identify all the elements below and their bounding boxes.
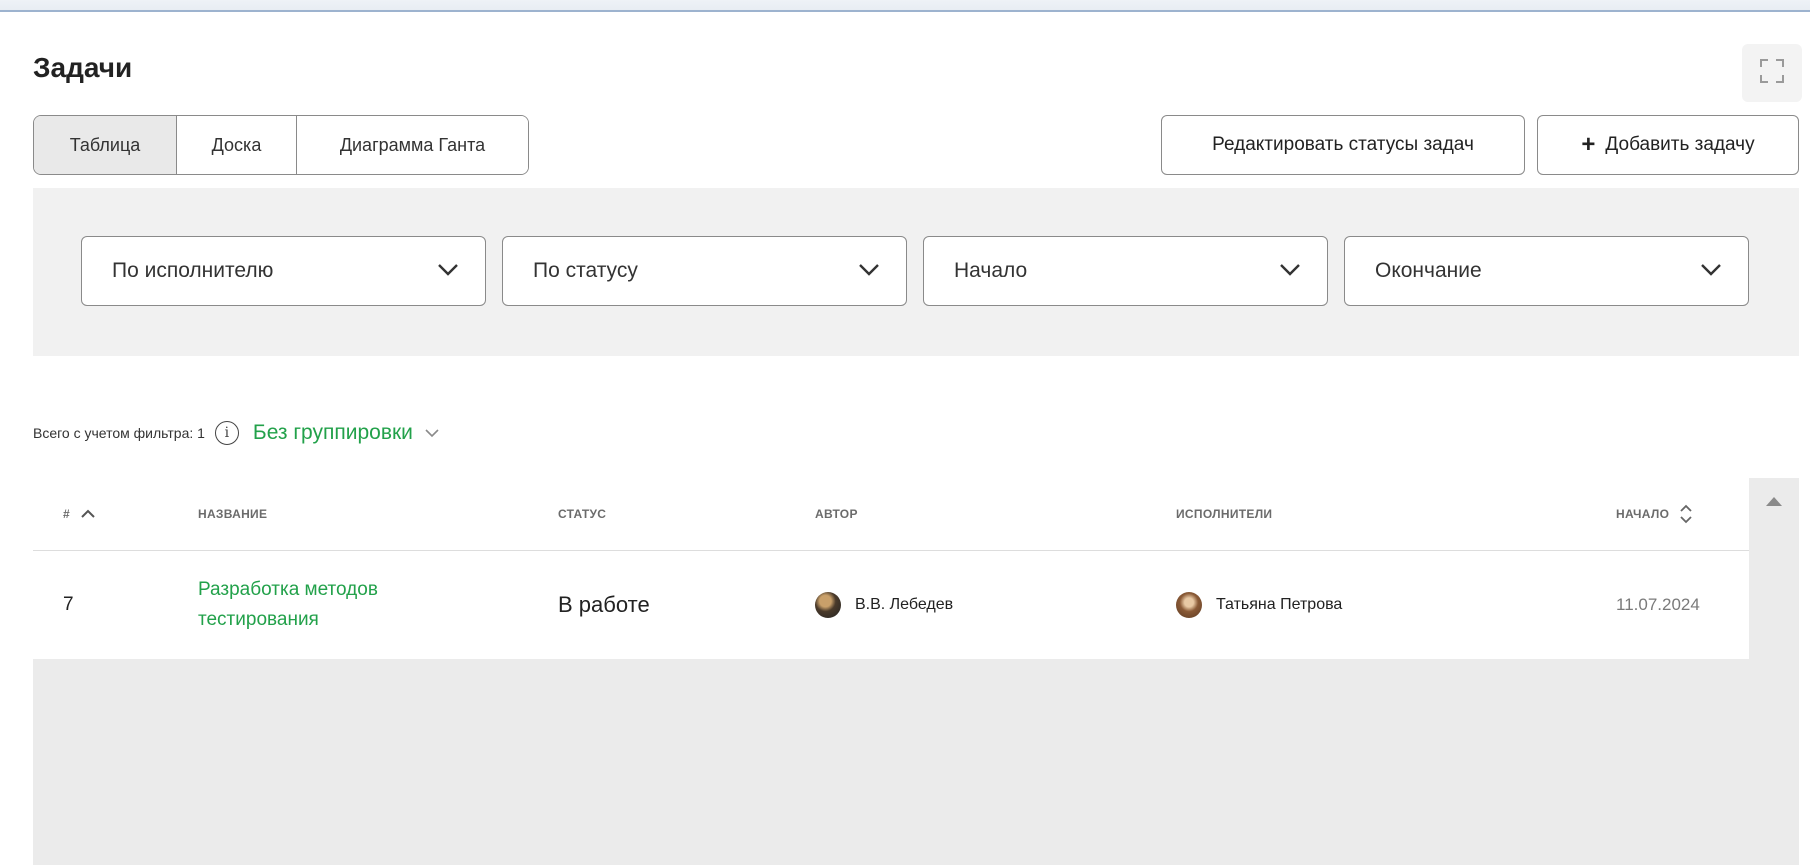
view-switcher: Таблица Доска Диаграмма Ганта <box>33 115 529 175</box>
filtered-count: Всего с учетом фильтра: 1 <box>33 425 205 441</box>
filter-label: Начало <box>954 259 1028 282</box>
filter-start-date[interactable]: Начало <box>923 236 1328 306</box>
chevron-down-icon <box>858 259 880 283</box>
add-task-button[interactable]: + Добавить задачу <box>1537 115 1799 175</box>
task-assignee: Татьяна Петрова <box>1176 551 1342 659</box>
fullscreen-button[interactable] <box>1742 44 1802 102</box>
filter-label: По статусу <box>533 259 638 282</box>
info-icon[interactable]: i <box>214 421 239 445</box>
tasks-page: Задачи Таблица Доска Диаграмма Ганта Ред… <box>0 0 1810 865</box>
tab-table[interactable]: Таблица <box>34 116 177 174</box>
page-title: Задачи <box>33 52 133 83</box>
tasks-table: # НАЗВАНИЕ СТАТУС АВТОР ИСПОЛНИТЕЛИ НАЧА… <box>33 478 1749 865</box>
table-row[interactable]: 7 Разработка методов тестирования В рабо… <box>33 551 1749 659</box>
task-start-date: 11.07.2024 <box>1616 595 1700 614</box>
tab-board[interactable]: Доска <box>177 116 297 174</box>
grouping-dropdown[interactable]: Без группировки <box>253 421 439 445</box>
chevron-down-icon <box>425 428 439 438</box>
author-name: В.В. Лебедев <box>855 596 954 613</box>
filter-panel: По исполнителю По статусу Начало Окончан… <box>33 188 1799 356</box>
edit-task-statuses-button[interactable]: Редактировать статусы задач <box>1161 115 1525 175</box>
chevron-down-icon <box>1700 259 1722 283</box>
assignee-name: Татьяна Петрова <box>1216 596 1343 613</box>
chevron-up-icon <box>80 509 96 519</box>
avatar <box>1176 592 1202 618</box>
column-header-number[interactable]: # <box>63 478 96 550</box>
tab-gantt-chart[interactable]: Диаграмма Ганта <box>297 116 528 174</box>
chevron-down-icon <box>1279 259 1301 283</box>
plus-icon: + <box>1581 131 1596 158</box>
results-summary: Всего с учетом фильтра: 1 i Без группиро… <box>33 418 439 448</box>
column-header-assignees[interactable]: ИСПОЛНИТЕЛИ <box>1176 478 1272 550</box>
table-header: # НАЗВАНИЕ СТАТУС АВТОР ИСПОЛНИТЕЛИ НАЧА… <box>33 478 1749 551</box>
chevron-down-icon <box>437 259 459 283</box>
column-header-name[interactable]: НАЗВАНИЕ <box>198 478 267 550</box>
row-number: 7 <box>63 594 74 615</box>
task-status: В работе <box>558 592 650 617</box>
column-header-status[interactable]: СТАТУС <box>558 478 606 550</box>
triangle-up-icon <box>1764 494 1784 512</box>
filter-by-status[interactable]: По статусу <box>502 236 907 306</box>
filter-by-assignee[interactable]: По исполнителю <box>81 236 486 306</box>
fullscreen-icon <box>1759 58 1785 89</box>
top-divider <box>0 0 1810 12</box>
column-header-label: НАЧАЛО <box>1616 507 1670 521</box>
scroll-up-button[interactable] <box>1749 478 1799 528</box>
column-header-label: # <box>63 507 70 521</box>
grouping-label: Без группировки <box>252 421 413 444</box>
column-header-start[interactable]: НАЧАЛО <box>1616 478 1693 550</box>
vertical-scrollbar[interactable] <box>1749 478 1799 865</box>
column-header-author[interactable]: АВТОР <box>815 478 858 550</box>
filter-label: По исполнителю <box>112 259 274 282</box>
avatar <box>815 592 841 618</box>
table-empty-area <box>33 659 1749 865</box>
add-task-label: Добавить задачу <box>1605 134 1755 155</box>
sort-icon <box>1679 503 1693 525</box>
task-name-link[interactable]: Разработка методов тестирования <box>198 551 498 659</box>
filter-end-date[interactable]: Окончание <box>1344 236 1749 306</box>
task-author: В.В. Лебедев <box>815 551 953 659</box>
filter-label: Окончание <box>1375 259 1482 282</box>
